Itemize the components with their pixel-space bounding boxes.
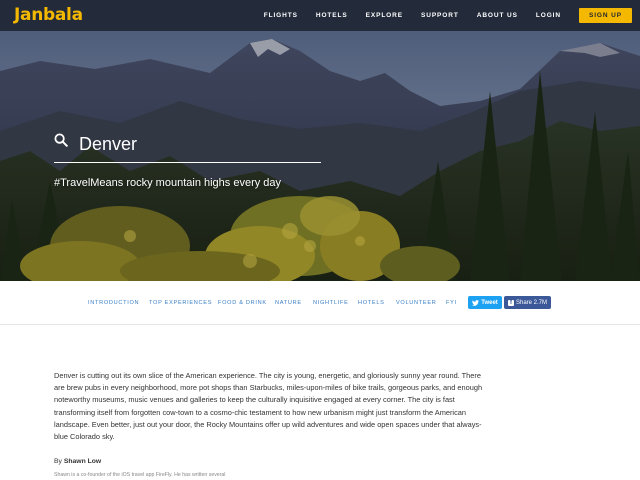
tweet-button[interactable]: Tweet xyxy=(468,296,502,309)
nav-support[interactable]: SUPPORT xyxy=(421,12,459,19)
nav-login[interactable]: LOGIN xyxy=(536,12,561,19)
byline: By Shawn Low xyxy=(54,458,101,465)
tab-food-drink[interactable]: FOOD & DRINK xyxy=(218,300,267,306)
logo[interactable]: Janbala xyxy=(14,5,83,25)
twitter-bird-icon xyxy=(472,299,480,306)
byline-prefix: By xyxy=(54,458,62,465)
top-nav-bar: Janbala FLIGHTS HOTELS EXPLORE SUPPORT A… xyxy=(0,0,640,31)
nav-explore[interactable]: EXPLORE xyxy=(366,12,403,19)
tab-fyi[interactable]: FYI xyxy=(446,300,457,306)
author-name[interactable]: Shawn Low xyxy=(64,458,101,465)
tweet-label: Tweet xyxy=(481,299,498,306)
search-icon[interactable] xyxy=(54,133,68,147)
hero-tagline: #TravelMeans rocky mountain highs every … xyxy=(54,177,282,189)
tab-hotels[interactable]: HOTELS xyxy=(358,300,385,306)
facebook-share-button[interactable]: f Share 2.7M xyxy=(504,296,551,309)
search-input[interactable]: Denver xyxy=(79,134,137,155)
tab-top-experiences[interactable]: TOP EXPERIENCES xyxy=(149,300,212,306)
tab-introduction[interactable]: INTRODUCTION xyxy=(88,300,139,306)
article-intro: Denver is cutting out its own slice of t… xyxy=(54,371,483,442)
author-bio: Shawn is a co-founder of the iOS travel … xyxy=(54,472,226,478)
signup-button[interactable]: SIGN UP xyxy=(578,8,632,23)
main-nav: FLIGHTS HOTELS EXPLORE SUPPORT ABOUT US … xyxy=(264,0,640,31)
hero-banner: Denver #TravelMeans rocky mountain highs… xyxy=(0,31,640,281)
facebook-icon: f xyxy=(507,299,514,306)
destination-search[interactable]: Denver xyxy=(54,133,321,163)
tab-nature[interactable]: NATURE xyxy=(275,300,302,306)
share-label: Share 2.7M xyxy=(515,299,548,306)
section-nav: INTRODUCTION TOP EXPERIENCES FOOD & DRIN… xyxy=(0,281,640,325)
nav-flights[interactable]: FLIGHTS xyxy=(264,12,298,19)
tab-nightlife[interactable]: NIGHTLIFE xyxy=(313,300,349,306)
nav-hotels[interactable]: HOTELS xyxy=(316,12,348,19)
tab-volunteer[interactable]: VOLUNTEER xyxy=(396,300,437,306)
nav-about-us[interactable]: ABOUT US xyxy=(477,12,518,19)
